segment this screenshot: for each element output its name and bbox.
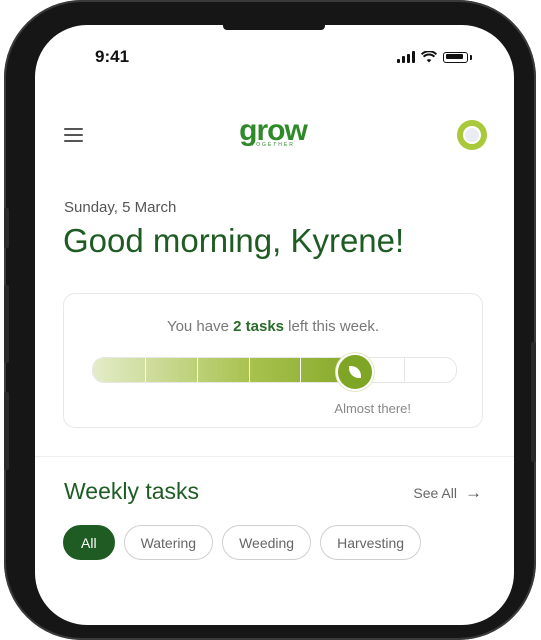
arrow-right-icon: → <box>465 483 482 502</box>
section-divider <box>35 456 514 457</box>
avatar-icon[interactable] <box>457 120 487 150</box>
see-all-label: See All <box>413 485 457 501</box>
status-icons <box>397 51 472 63</box>
speaker-notch <box>223 25 325 30</box>
signal-icon <box>397 51 415 63</box>
avatar-face <box>463 126 481 144</box>
volume-up-button <box>4 285 9 363</box>
date-label: Sunday, 5 March <box>64 199 177 216</box>
app-logo: grow TOGETHER <box>228 114 318 149</box>
wifi-icon <box>421 51 437 63</box>
progress-segment-divider <box>145 358 146 382</box>
task-filter-chips: All Watering Weeding Harvesting <box>63 525 422 560</box>
filter-chip-watering[interactable]: Watering <box>123 525 214 560</box>
progress-fill <box>93 358 354 382</box>
leaf-icon <box>349 366 361 378</box>
app-screen: 9:41 grow TOGETHER Sunday, 5 March Good … <box>35 25 514 625</box>
mute-switch <box>4 208 9 248</box>
battery-icon <box>443 51 468 63</box>
progress-segment-divider <box>300 358 301 382</box>
volume-down-button <box>4 392 9 470</box>
filter-chip-harvesting[interactable]: Harvesting <box>320 525 422 560</box>
filter-chip-all[interactable]: All <box>63 525 115 560</box>
progress-track <box>92 357 457 383</box>
weekly-tasks-title: Weekly tasks <box>64 478 200 504</box>
greeting-title: Good morning, Kyrene! <box>63 222 405 259</box>
phone-frame: 9:41 grow TOGETHER Sunday, 5 March Good … <box>4 0 536 640</box>
progress-card: You have 2 tasks left this week. Almost … <box>63 293 483 428</box>
tasks-count: 2 tasks <box>233 318 284 335</box>
see-all-link[interactable]: See All → <box>413 483 482 502</box>
status-time: 9:41 <box>95 47 130 66</box>
logo-wordmark: grow <box>239 114 308 147</box>
progress-segment-divider <box>197 358 198 382</box>
progress-segment-divider <box>249 358 250 382</box>
battery-cap <box>470 54 472 60</box>
progress-segment-divider <box>404 358 405 382</box>
progress-status: Almost there! <box>334 401 411 416</box>
filter-chip-weeding[interactable]: Weeding <box>222 525 312 560</box>
tasks-left-text: You have 2 tasks left this week. <box>166 318 380 335</box>
power-button <box>531 342 536 462</box>
hamburger-icon[interactable] <box>64 128 83 142</box>
progress-knob <box>336 353 374 391</box>
